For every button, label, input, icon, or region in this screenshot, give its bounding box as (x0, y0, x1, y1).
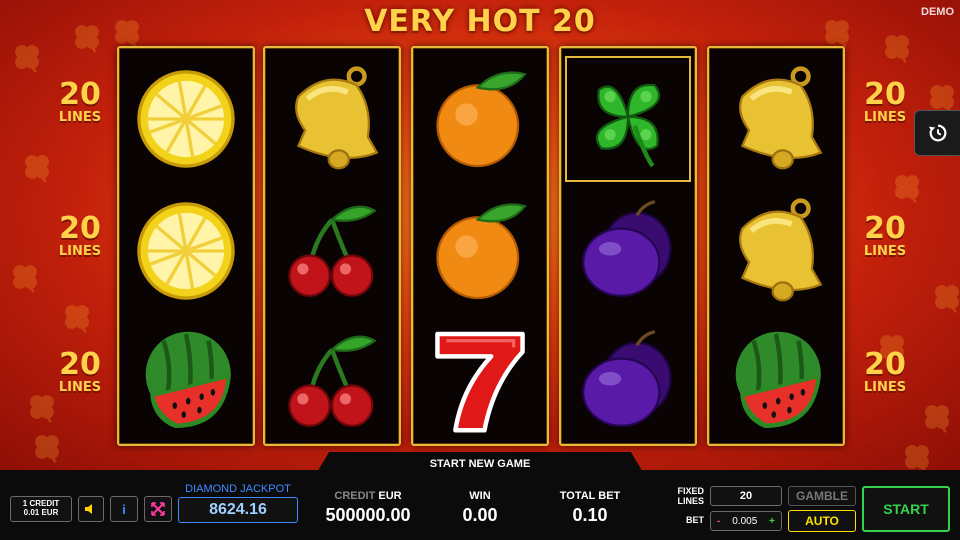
plum-symbol-icon (565, 188, 691, 314)
clover-background-icon (890, 170, 924, 204)
lines-number: 20 (864, 347, 906, 382)
watermelon-symbol-icon (713, 318, 839, 444)
game-message: START NEW GAME (429, 458, 531, 470)
fixed-lines-label: FIXED LINES (677, 486, 704, 507)
lemon-symbol-icon (123, 56, 249, 182)
bell-symbol-icon (269, 56, 395, 182)
lines-indicator-right-bottom: 20 LINES (855, 347, 915, 395)
lines-number: 20 (864, 211, 906, 246)
lines-number: 20 (864, 77, 906, 112)
bet-decrease-button[interactable]: - (717, 516, 720, 527)
clover-background-icon (930, 280, 960, 314)
lines-label: LINES (863, 380, 907, 395)
gamble-button[interactable]: GAMBLE (788, 486, 856, 506)
clover-background-icon (25, 390, 59, 424)
history-icon (928, 124, 946, 142)
lines-label: LINES (863, 244, 907, 259)
lines-indicator-left-bottom: 20 LINES (50, 347, 110, 395)
clover-background-icon (10, 40, 44, 74)
sound-button[interactable] (78, 496, 104, 522)
seven-symbol-icon (417, 318, 543, 444)
total-bet-value: 0.10 (572, 505, 608, 525)
history-button[interactable] (914, 110, 960, 156)
fullscreen-icon (151, 502, 165, 516)
demo-badge: DEMO (921, 6, 954, 18)
credit-meter: CREDIT EUR 500000.00 (310, 490, 426, 526)
bet-label: BET (686, 515, 704, 525)
game-title: VERY HOT 20 (364, 4, 596, 39)
clover-background-icon (60, 300, 94, 334)
lines-number: 20 (59, 347, 101, 382)
cherries-symbol-icon (269, 188, 395, 314)
clover-background-icon (925, 80, 959, 114)
total-bet-meter: TOTAL BET 0.10 (540, 490, 640, 526)
lines-indicator-left-top: 20 LINES (50, 77, 110, 125)
auto-button[interactable]: AUTO (788, 510, 856, 532)
info-button[interactable]: i (110, 496, 138, 522)
bet-stepper: - 0.005 + (710, 511, 782, 531)
clover-symbol-icon (565, 56, 691, 182)
bell-symbol-icon (713, 188, 839, 314)
clover-background-icon (8, 260, 42, 294)
win-meter-label: WIN (469, 490, 491, 502)
lines-number: 20 (59, 77, 101, 112)
credit-meter-value: 500000.00 (325, 505, 411, 525)
jackpot-value: 8624.16 (178, 497, 298, 523)
jackpot-label: DIAMOND JACKPOT (185, 483, 291, 495)
lines-label: LINES (58, 110, 102, 125)
credit-value-line2: 0.01 EUR (23, 508, 59, 517)
lines-label: LINES (58, 380, 102, 395)
bell-symbol-icon (713, 56, 839, 182)
start-button[interactable]: START (862, 486, 950, 532)
fullscreen-button[interactable] (144, 496, 172, 522)
credit-meter-label: CREDIT EUR (334, 490, 402, 502)
orange-symbol-icon (417, 188, 543, 314)
cherries-symbol-icon (269, 318, 395, 444)
lines-indicator-right-middle: 20 LINES (855, 211, 915, 259)
clover-background-icon (20, 150, 54, 184)
watermelon-symbol-icon (123, 318, 249, 444)
info-icon: i (122, 501, 126, 517)
win-meter: WIN 0.00 (430, 490, 530, 526)
clover-background-icon (920, 400, 954, 434)
win-meter-value: 0.00 (462, 505, 498, 525)
lines-indicator-right-top: 20 LINES (855, 77, 915, 125)
lines-label: LINES (863, 110, 907, 125)
plum-symbol-icon (565, 318, 691, 444)
lemon-symbol-icon (123, 188, 249, 314)
lines-indicator-left-middle: 20 LINES (50, 211, 110, 259)
bet-increase-button[interactable]: + (769, 516, 775, 527)
credit-value-button[interactable]: 1 CREDIT 0.01 EUR (10, 496, 72, 522)
lines-number: 20 (59, 211, 101, 246)
total-bet-label: TOTAL BET (559, 490, 621, 502)
bet-value: 0.005 (732, 515, 758, 527)
orange-symbol-icon (417, 56, 543, 182)
lines-value: 20 (710, 486, 782, 506)
lines-label: LINES (58, 244, 102, 259)
speaker-icon (85, 504, 92, 514)
